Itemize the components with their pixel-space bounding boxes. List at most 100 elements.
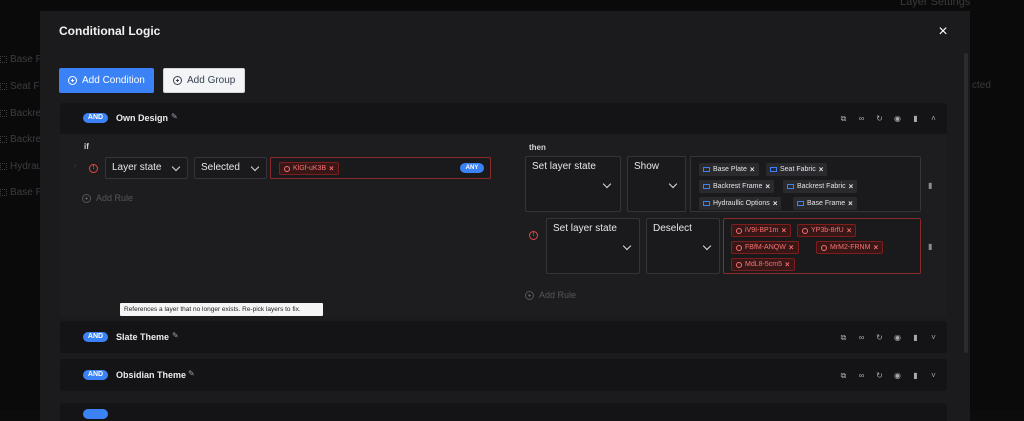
layer-chip: iV9I-BP1m × xyxy=(731,224,792,237)
action-type-value: Set layer state xyxy=(532,161,596,172)
refresh-icon[interactable]: ↻ xyxy=(875,114,884,123)
chevron-down-icon xyxy=(668,179,678,189)
condition-layer-picker[interactable]: KlGf-uK3B × ANY xyxy=(270,157,491,179)
copy-icon[interactable]: ⧉ xyxy=(839,333,848,342)
bg-side-text: cted xyxy=(972,80,991,91)
match-badge[interactable]: ANY xyxy=(460,163,484,173)
action-type-select[interactable]: Set layer state xyxy=(546,218,640,274)
layer-chip: Seat Fabric × xyxy=(766,163,828,176)
chevron-down-icon[interactable]: ˅ xyxy=(929,333,938,342)
remove-chip-icon[interactable]: × xyxy=(781,226,786,235)
group-actions: ⧉ ∞ ↻ ◉ ▮ ˅ xyxy=(839,371,938,380)
layer-chip-label: FBfM-ANQW xyxy=(745,244,786,251)
operator-badge[interactable]: AND xyxy=(83,332,108,342)
error-circle-icon xyxy=(736,261,742,268)
link-icon[interactable]: ∞ xyxy=(857,114,866,123)
action-value-select[interactable]: Show xyxy=(627,156,686,212)
layer-icon xyxy=(770,167,777,172)
close-icon[interactable]: × xyxy=(936,24,950,40)
chevron-down-icon xyxy=(250,162,260,172)
remove-chip-icon[interactable]: × xyxy=(849,182,854,191)
remove-chip-icon[interactable]: × xyxy=(329,164,334,173)
action-value: Deselect xyxy=(653,223,692,234)
layer-chip: Hydraullic Options × xyxy=(699,197,782,210)
layer-chip: Base Plate × xyxy=(699,163,759,176)
remove-chip-icon[interactable]: × xyxy=(750,165,755,174)
add-condition-button[interactable]: Add Condition xyxy=(59,68,154,93)
add-group-button[interactable]: Add Group xyxy=(163,68,246,93)
error-icon: ! xyxy=(529,231,538,240)
layer-chip-label: KlGf-uK3B xyxy=(293,165,327,172)
pencil-icon[interactable]: ✎ xyxy=(172,332,180,340)
layer-chip-label: Hydraullic Options xyxy=(713,200,770,207)
action-type-select[interactable]: Set layer state xyxy=(525,156,621,212)
remove-chip-icon[interactable]: × xyxy=(773,199,778,208)
layer-chip-label: Base Plate xyxy=(713,166,747,173)
trash-icon[interactable]: ▮ xyxy=(928,242,936,251)
layer-chip-label: MdL8-5cm5 xyxy=(745,261,782,268)
operator-badge[interactable] xyxy=(83,409,108,419)
action-value-select[interactable]: Deselect xyxy=(646,218,720,274)
remove-chip-icon[interactable]: × xyxy=(847,226,852,235)
layer-chip-label: Seat Fabric xyxy=(780,166,816,173)
trash-icon[interactable]: ▮ xyxy=(911,114,920,123)
pencil-icon[interactable]: ✎ xyxy=(188,370,196,378)
action-value: Show xyxy=(634,161,660,172)
add-group-label: Add Group xyxy=(187,75,236,86)
modal-scrollbar[interactable] xyxy=(964,53,968,353)
chevron-down-icon[interactable]: ˅ xyxy=(929,371,938,380)
condition-group[interactable]: AND Obsidian Theme ✎ ⧉ ∞ ↻ ◉ ▮ ˅ xyxy=(60,359,947,391)
condition-operator-select[interactable]: Selected xyxy=(194,157,267,179)
remove-chip-icon[interactable]: × xyxy=(819,165,824,174)
layer-chip: MrM2-FRNM × xyxy=(816,241,884,254)
layer-chip: Backrest Fabric × xyxy=(783,180,858,193)
chevron-down-icon xyxy=(602,179,612,189)
condition-field-value: Layer state xyxy=(112,162,162,173)
layer-icon xyxy=(703,184,710,189)
remove-chip-icon[interactable]: × xyxy=(785,260,790,269)
remove-chip-icon[interactable]: × xyxy=(789,243,794,252)
link-icon[interactable]: ∞ xyxy=(857,371,866,380)
link-icon[interactable]: ∞ xyxy=(857,333,866,342)
action-layer-picker[interactable]: iV9I-BP1m × YP3b-8rfU × FBfM-ANQW × MrM2-FR… xyxy=(723,218,921,274)
add-rule-label: Add Rule xyxy=(96,193,134,203)
operator-badge[interactable]: AND xyxy=(83,113,108,123)
group-header[interactable]: AND Own Design ✎ ⧉ ∞ ↻ ◉ ▮ ˄ xyxy=(60,103,947,134)
copy-icon[interactable]: ⧉ xyxy=(839,371,848,380)
eye-icon[interactable]: ◉ xyxy=(893,114,902,123)
add-rule-button[interactable]: Add Rule xyxy=(525,290,576,300)
refresh-icon[interactable]: ↻ xyxy=(875,371,884,380)
layer-chip: YP3b-8rfU × xyxy=(797,224,857,237)
remove-chip-icon[interactable]: × xyxy=(848,199,853,208)
add-rule-button[interactable]: Add Rule xyxy=(82,193,133,203)
bg-list-item: Base Fr xyxy=(0,187,45,198)
chevron-down-icon xyxy=(622,241,632,251)
pencil-icon[interactable]: ✎ xyxy=(171,113,179,121)
remove-chip-icon[interactable]: × xyxy=(873,243,878,252)
condition-group[interactable] xyxy=(60,403,947,421)
condition-operator-value: Selected xyxy=(201,162,240,173)
if-label: if xyxy=(84,142,89,151)
group-actions: ⧉ ∞ ↻ ◉ ▮ ˄ xyxy=(839,114,938,123)
group-name: Obsidian Theme xyxy=(116,370,187,380)
add-condition-label: Add Condition xyxy=(82,75,145,86)
eye-icon[interactable]: ◉ xyxy=(893,333,902,342)
layer-icon xyxy=(797,201,804,206)
condition-group[interactable]: AND Slate Theme ✎ ⧉ ∞ ↻ ◉ ▮ ˅ xyxy=(60,321,947,353)
eye-icon[interactable]: ◉ xyxy=(893,371,902,380)
plus-circle-icon xyxy=(82,193,91,203)
trash-icon[interactable]: ▮ xyxy=(928,181,936,190)
drag-handle-icon[interactable]: › xyxy=(74,163,76,170)
chevron-up-icon[interactable]: ˄ xyxy=(929,114,938,123)
refresh-icon[interactable]: ↻ xyxy=(875,333,884,342)
action-layer-picker[interactable]: Base Plate × Seat Fabric × Backrest Frame ×… xyxy=(690,156,921,212)
group-name: Slate Theme xyxy=(116,332,170,342)
condition-field-select[interactable]: Layer state xyxy=(105,157,188,179)
error-circle-icon xyxy=(802,227,808,234)
remove-chip-icon[interactable]: × xyxy=(765,182,770,191)
trash-icon[interactable]: ▮ xyxy=(911,333,920,342)
plus-circle-icon xyxy=(173,76,182,85)
trash-icon[interactable]: ▮ xyxy=(911,371,920,380)
operator-badge[interactable]: AND xyxy=(83,370,108,380)
copy-icon[interactable]: ⧉ xyxy=(839,114,848,123)
